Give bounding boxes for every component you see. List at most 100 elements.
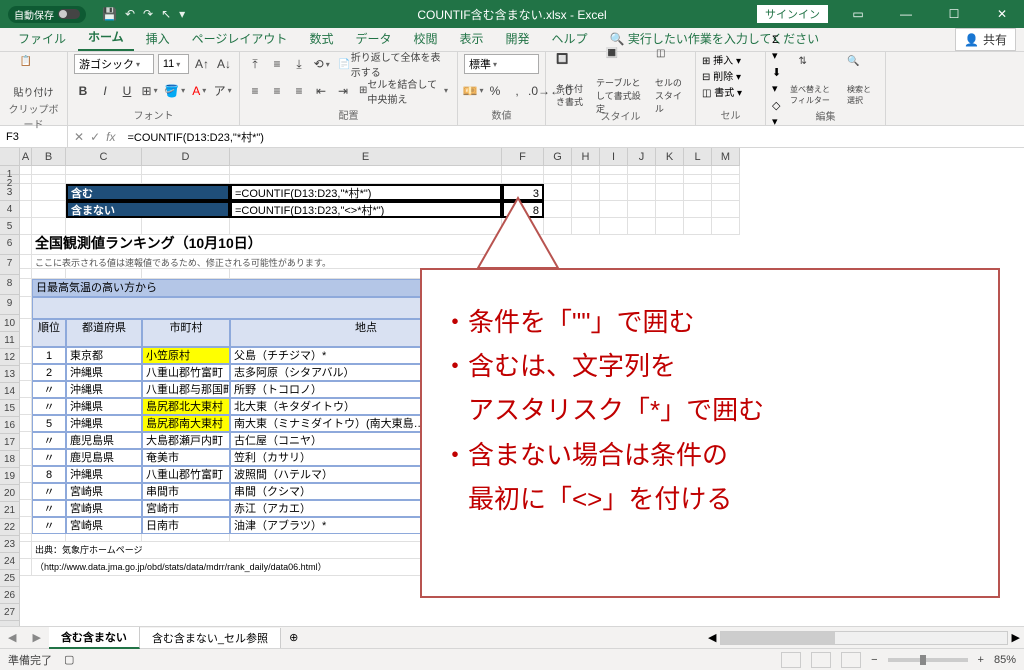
row-header-25[interactable]: 25 (0, 570, 19, 587)
indent-increase-icon[interactable]: ⇥ (334, 81, 352, 101)
cell-style-button[interactable]: ◫セルのスタイル (651, 46, 689, 117)
zoom-out-icon[interactable]: − (871, 654, 877, 666)
qa-dropdown-icon[interactable]: ▾ (179, 7, 185, 21)
underline-button[interactable]: U (118, 81, 136, 101)
col-header-C[interactable]: C (66, 148, 142, 166)
pref-cell[interactable]: 東京都 (66, 347, 142, 364)
rank-cell[interactable]: 〃 (32, 398, 66, 415)
border-button[interactable]: ⊞ (140, 81, 159, 101)
percent-icon[interactable]: % (486, 81, 504, 101)
cancel-formula-icon[interactable]: ✕ (74, 130, 84, 144)
italic-button[interactable]: I (96, 81, 114, 101)
result-r4[interactable]: 8 (502, 201, 544, 218)
signin-button[interactable]: サインイン (757, 5, 828, 23)
comma-icon[interactable]: , (508, 81, 526, 101)
rank-cell[interactable]: 5 (32, 415, 66, 432)
row-header-13[interactable]: 13 (0, 366, 19, 383)
fill-color-button[interactable]: 🪣 (163, 81, 186, 101)
worksheet-area[interactable]: ABCDEFGHIJKLM 12345678910111213141516171… (0, 148, 1024, 626)
increase-font-icon[interactable]: A↑ (193, 54, 211, 74)
column-headers[interactable]: ABCDEFGHIJKLM (20, 148, 740, 166)
rank-cell[interactable]: 8 (32, 466, 66, 483)
label-r4[interactable]: 含まない (66, 201, 230, 218)
row-header-4[interactable]: 4 (0, 201, 19, 218)
row-header-16[interactable]: 16 (0, 417, 19, 434)
row-header-6[interactable]: 6 (0, 235, 19, 255)
row-header-12[interactable]: 12 (0, 349, 19, 366)
city-cell[interactable]: 大島郡瀬戸内町 (142, 432, 230, 449)
rank-cell[interactable]: 〃 (32, 449, 66, 466)
row-header-17[interactable]: 17 (0, 434, 19, 451)
pref-cell[interactable]: 鹿児島県 (66, 449, 142, 466)
row-header-20[interactable]: 20 (0, 485, 19, 502)
city-cell[interactable]: 島尻郡南大東村 (142, 415, 230, 432)
pref-cell[interactable]: 鹿児島県 (66, 432, 142, 449)
zoom-in-icon[interactable]: + (978, 654, 984, 666)
tab-insert[interactable]: 挿入 (136, 26, 180, 51)
rank-cell[interactable]: 〃 (32, 517, 66, 534)
font-size-select[interactable]: 11 (158, 54, 189, 74)
pref-cell[interactable]: 沖縄県 (66, 466, 142, 483)
rank-cell[interactable]: 1 (32, 347, 66, 364)
row-header-21[interactable]: 21 (0, 502, 19, 519)
result-r3[interactable]: 3 (502, 184, 544, 201)
row-header-27[interactable]: 27 (0, 604, 19, 621)
col-header-D[interactable]: D (142, 148, 230, 166)
indent-decrease-icon[interactable]: ⇤ (312, 81, 330, 101)
decrease-font-icon[interactable]: A↓ (215, 54, 233, 74)
bold-button[interactable]: B (74, 81, 92, 101)
sheet-nav-prev-icon[interactable]: ◀ (0, 631, 24, 644)
share-button[interactable]: 👤 共有 (955, 28, 1016, 51)
phonetic-button[interactable]: ア (212, 81, 233, 101)
redo-icon[interactable]: ↷ (143, 7, 153, 21)
select-all-corner[interactable] (0, 148, 20, 166)
row-header-19[interactable]: 19 (0, 468, 19, 485)
row-header-1[interactable]: 1 (0, 166, 19, 175)
row-header-18[interactable]: 18 (0, 451, 19, 468)
rank-cell[interactable]: 〃 (32, 500, 66, 517)
align-center-icon[interactable]: ≡ (268, 81, 286, 101)
tab-help[interactable]: ヘルプ (542, 26, 598, 51)
city-cell[interactable]: 串間市 (142, 483, 230, 500)
city-cell[interactable]: 島尻郡北大東村 (142, 398, 230, 415)
align-bottom-icon[interactable]: ⤓ (290, 54, 308, 74)
col-header-B[interactable]: B (32, 148, 66, 166)
align-top-icon[interactable]: ⤒ (246, 54, 264, 74)
maximize-icon[interactable]: ☐ (936, 0, 972, 28)
pointer-icon[interactable]: ↖ (161, 7, 171, 21)
rank-cell[interactable]: 〃 (32, 381, 66, 398)
rank-cell[interactable]: 〃 (32, 483, 66, 500)
city-cell[interactable]: 宮崎市 (142, 500, 230, 517)
city-cell[interactable]: 八重山郡与那国町 (142, 381, 230, 398)
align-left-icon[interactable]: ≡ (246, 81, 264, 101)
col-header-L[interactable]: L (684, 148, 712, 166)
autosave-toggle[interactable]: 自動保存 (8, 6, 86, 23)
col-header-H[interactable]: H (572, 148, 600, 166)
row-header-23[interactable]: 23 (0, 536, 19, 553)
recording-icon[interactable]: ▢ (64, 653, 74, 666)
row-header-22[interactable]: 22 (0, 519, 19, 536)
enter-formula-icon[interactable]: ✓ (90, 130, 100, 144)
city-cell[interactable]: 奄美市 (142, 449, 230, 466)
tab-formulas[interactable]: 数式 (299, 26, 343, 51)
add-sheet-icon[interactable]: ⊕ (281, 631, 306, 644)
undo-icon[interactable]: ↶ (125, 7, 135, 21)
city-cell[interactable]: 小笠原村 (142, 347, 230, 364)
name-box[interactable]: F3 (0, 126, 68, 147)
close-icon[interactable]: ✕ (984, 0, 1020, 28)
font-name-select[interactable]: 游ゴシック (74, 54, 154, 74)
currency-icon[interactable]: 💴 (464, 81, 482, 101)
tbl-header-1[interactable]: 都道府県 (66, 319, 142, 347)
pagelayout-view-icon[interactable] (811, 652, 831, 668)
table-format-button[interactable]: 🔳テーブルとして書式設定 (592, 46, 647, 117)
row-headers[interactable]: 1234567891011121314151617181920212223242… (0, 166, 20, 626)
col-header-A[interactable]: A (20, 148, 32, 166)
label-r3[interactable]: 含む (66, 184, 230, 201)
format-cells-button[interactable]: ◫ 書式 ▾ (702, 86, 759, 102)
col-header-J[interactable]: J (628, 148, 656, 166)
tab-view[interactable]: 表示 (449, 26, 493, 51)
row-header-14[interactable]: 14 (0, 383, 19, 400)
insert-cells-button[interactable]: ⊞ 挿入 ▾ (702, 54, 759, 70)
wrap-text-button[interactable]: 📄 折り返して全体を表示する (335, 54, 451, 74)
pref-cell[interactable]: 沖縄県 (66, 381, 142, 398)
